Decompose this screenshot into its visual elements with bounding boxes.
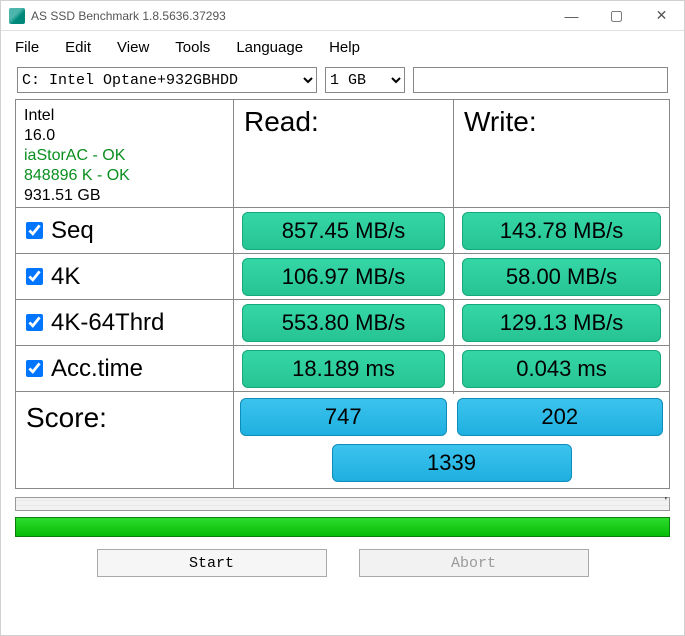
menu-edit[interactable]: Edit bbox=[65, 39, 91, 56]
score-area: 747 202 1339 bbox=[234, 392, 669, 488]
test-row-seq: Seq 857.45 MB/s 143.78 MB/s bbox=[16, 208, 669, 254]
4k64-read: 553.80 MB/s bbox=[242, 304, 445, 342]
window-controls: — ▢ ✕ bbox=[549, 1, 684, 30]
info-vendor: Intel bbox=[24, 106, 225, 126]
menu-view[interactable]: View bbox=[117, 39, 149, 56]
acctime-read: 18.189 ms bbox=[242, 350, 445, 388]
4k64-write: 129.13 MB/s bbox=[462, 304, 661, 342]
label-4k64: 4K-64Thrd bbox=[51, 309, 164, 337]
close-button[interactable]: ✕ bbox=[639, 1, 684, 30]
seq-read: 857.45 MB/s bbox=[242, 212, 445, 250]
score-total: 1339 bbox=[332, 444, 572, 482]
4k-write: 58.00 MB/s bbox=[462, 258, 661, 296]
label-acctime: Acc.time bbox=[51, 355, 143, 383]
drive-info: Intel 16.0 iaStorAC - OK 848896 K - OK 9… bbox=[16, 100, 234, 207]
score-row: Score: 747 202 1339 bbox=[16, 392, 669, 488]
test-size-select[interactable]: 1 GB bbox=[325, 67, 405, 93]
test-row-acctime: Acc.time 18.189 ms 0.043 ms bbox=[16, 346, 669, 392]
checkbox-acctime[interactable] bbox=[26, 360, 43, 377]
drive-select[interactable]: C: Intel Optane+932GBHDD bbox=[17, 67, 317, 93]
actions: Start Abort bbox=[1, 537, 684, 591]
titlebar[interactable]: AS SSD Benchmark 1.8.5636.37293 — ▢ ✕ bbox=[1, 1, 684, 31]
menu-file[interactable]: File bbox=[15, 39, 39, 56]
progress-bar-total bbox=[15, 517, 670, 537]
score-write: 202 bbox=[457, 398, 664, 436]
progress-bar-sub: '''' bbox=[15, 497, 670, 511]
info-row: Intel 16.0 iaStorAC - OK 848896 K - OK 9… bbox=[16, 100, 669, 208]
app-window: AS SSD Benchmark 1.8.5636.37293 — ▢ ✕ Fi… bbox=[0, 0, 685, 636]
progress-area: '''' bbox=[15, 497, 670, 537]
score-label: Score: bbox=[16, 392, 234, 488]
info-capacity: 931.51 GB bbox=[24, 186, 225, 206]
checkbox-4k64[interactable] bbox=[26, 314, 43, 331]
maximize-button[interactable]: ▢ bbox=[594, 1, 639, 30]
acctime-write: 0.043 ms bbox=[462, 350, 661, 388]
results-table: Intel 16.0 iaStorAC - OK 848896 K - OK 9… bbox=[15, 99, 670, 489]
app-icon bbox=[9, 8, 25, 24]
window-title: AS SSD Benchmark 1.8.5636.37293 bbox=[31, 9, 549, 23]
seq-write: 143.78 MB/s bbox=[462, 212, 661, 250]
menubar: File Edit View Tools Language Help bbox=[1, 31, 684, 63]
label-4k: 4K bbox=[51, 263, 80, 291]
extra-input[interactable] bbox=[413, 67, 668, 93]
toolbar: C: Intel Optane+932GBHDD 1 GB bbox=[1, 63, 684, 99]
abort-button[interactable]: Abort bbox=[359, 549, 589, 577]
checkbox-seq[interactable] bbox=[26, 222, 43, 239]
info-driver: iaStorAC - OK bbox=[24, 146, 225, 166]
header-write: Write: bbox=[454, 100, 669, 207]
score-read: 747 bbox=[240, 398, 447, 436]
header-read: Read: bbox=[234, 100, 454, 207]
4k-read: 106.97 MB/s bbox=[242, 258, 445, 296]
info-align: 848896 K - OK bbox=[24, 166, 225, 186]
checkbox-4k[interactable] bbox=[26, 268, 43, 285]
test-row-4k: 4K 106.97 MB/s 58.00 MB/s bbox=[16, 254, 669, 300]
label-seq: Seq bbox=[51, 217, 94, 245]
minimize-button[interactable]: — bbox=[549, 1, 594, 30]
menu-tools[interactable]: Tools bbox=[175, 39, 210, 56]
menu-help[interactable]: Help bbox=[329, 39, 360, 56]
info-firmware: 16.0 bbox=[24, 126, 225, 146]
test-row-4k64: 4K-64Thrd 553.80 MB/s 129.13 MB/s bbox=[16, 300, 669, 346]
menu-language[interactable]: Language bbox=[236, 39, 303, 56]
start-button[interactable]: Start bbox=[97, 549, 327, 577]
